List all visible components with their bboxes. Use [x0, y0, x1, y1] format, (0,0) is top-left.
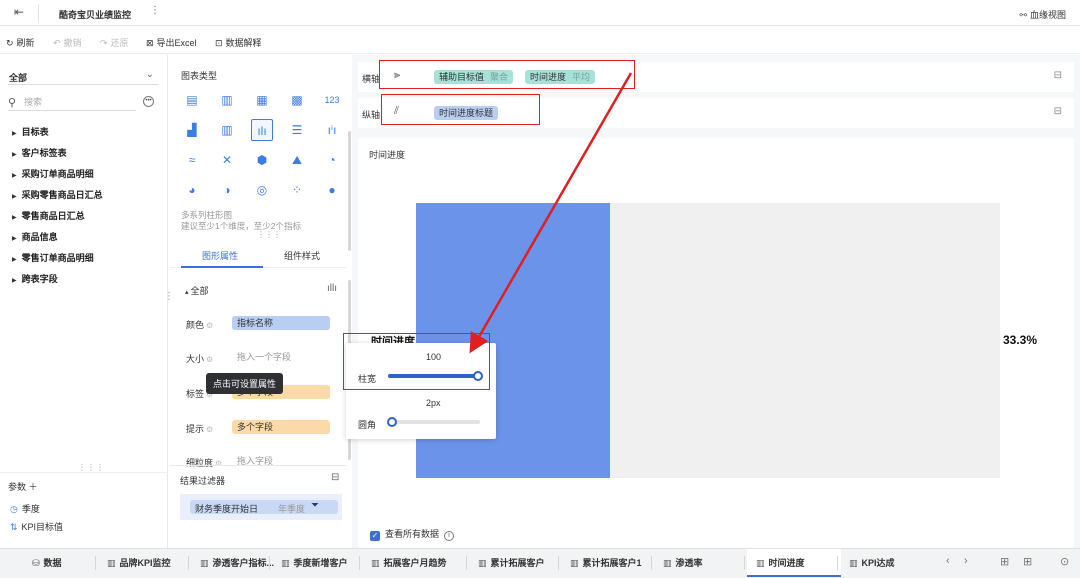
- tab-data[interactable]: ⛁ 数据: [32, 556, 62, 569]
- dashboard-icon: ▥: [663, 558, 672, 568]
- tab-label: 季度新增客户: [293, 558, 348, 568]
- tab-label: 渗透客户指标...: [212, 558, 275, 568]
- tab-dashboard[interactable]: ▥ 品牌KPI监控: [107, 556, 171, 569]
- divider: [95, 556, 96, 570]
- collapse-icon[interactable]: ⊙: [1060, 555, 1069, 568]
- tab-label: 品牌KPI监控: [119, 558, 171, 568]
- add-dashboard-icon[interactable]: ⊞: [1000, 555, 1009, 568]
- database-icon: ⛁: [32, 558, 40, 568]
- divider: [466, 556, 467, 570]
- tab-dashboard[interactable]: ▥ 时间进度: [756, 556, 805, 569]
- dashboard-icon: ▥: [478, 558, 487, 568]
- dashboard-icon: ▥: [756, 558, 765, 568]
- tab-label: 数据: [43, 558, 62, 568]
- tab-dashboard[interactable]: ▥ KPI达成: [849, 556, 895, 569]
- dashboard-icon: ▥: [107, 558, 116, 568]
- divider: [558, 556, 559, 570]
- divider: [744, 556, 745, 570]
- dashboard-icon: ▥: [281, 558, 290, 568]
- arrow-line: [469, 72, 633, 354]
- tab-label: 时间进度: [768, 558, 805, 568]
- chevron-left-icon[interactable]: ‹: [946, 555, 950, 567]
- tab-dashboard[interactable]: ▥ 渗透客户指标...: [200, 556, 274, 569]
- chevron-right-icon[interactable]: ›: [964, 555, 968, 567]
- divider: [837, 556, 838, 570]
- tab-dashboard[interactable]: ▥ 累计拓展客户: [478, 556, 545, 569]
- tab-dashboard[interactable]: ▥ 累计拓展客户1: [570, 556, 642, 569]
- divider: [359, 556, 360, 570]
- annotation-arrow: [469, 72, 633, 354]
- divider: [269, 556, 270, 570]
- dashboard-icon: ▥: [849, 558, 858, 568]
- divider: [651, 556, 652, 570]
- dashboard-icon: ▥: [371, 558, 380, 568]
- dashboard-icon: ▥: [200, 558, 209, 568]
- tab-label: 渗透率: [675, 558, 703, 568]
- add-sheet-icon[interactable]: ⊞: [1023, 555, 1032, 568]
- tab-label: KPI达成: [861, 558, 895, 568]
- divider: [188, 556, 189, 570]
- tab-label: 拓展客户月趋势: [383, 558, 447, 568]
- tab-dashboard[interactable]: ▥ 季度新增客户: [281, 556, 348, 569]
- tab-label: 累计拓展客户1: [582, 558, 642, 568]
- tab-dashboard[interactable]: ▥ 拓展客户月趋势: [371, 556, 447, 569]
- tab-label: 累计拓展客户: [490, 558, 545, 568]
- dashboard-icon: ▥: [570, 558, 579, 568]
- tab-dashboard[interactable]: ▥ 渗透率: [663, 556, 703, 569]
